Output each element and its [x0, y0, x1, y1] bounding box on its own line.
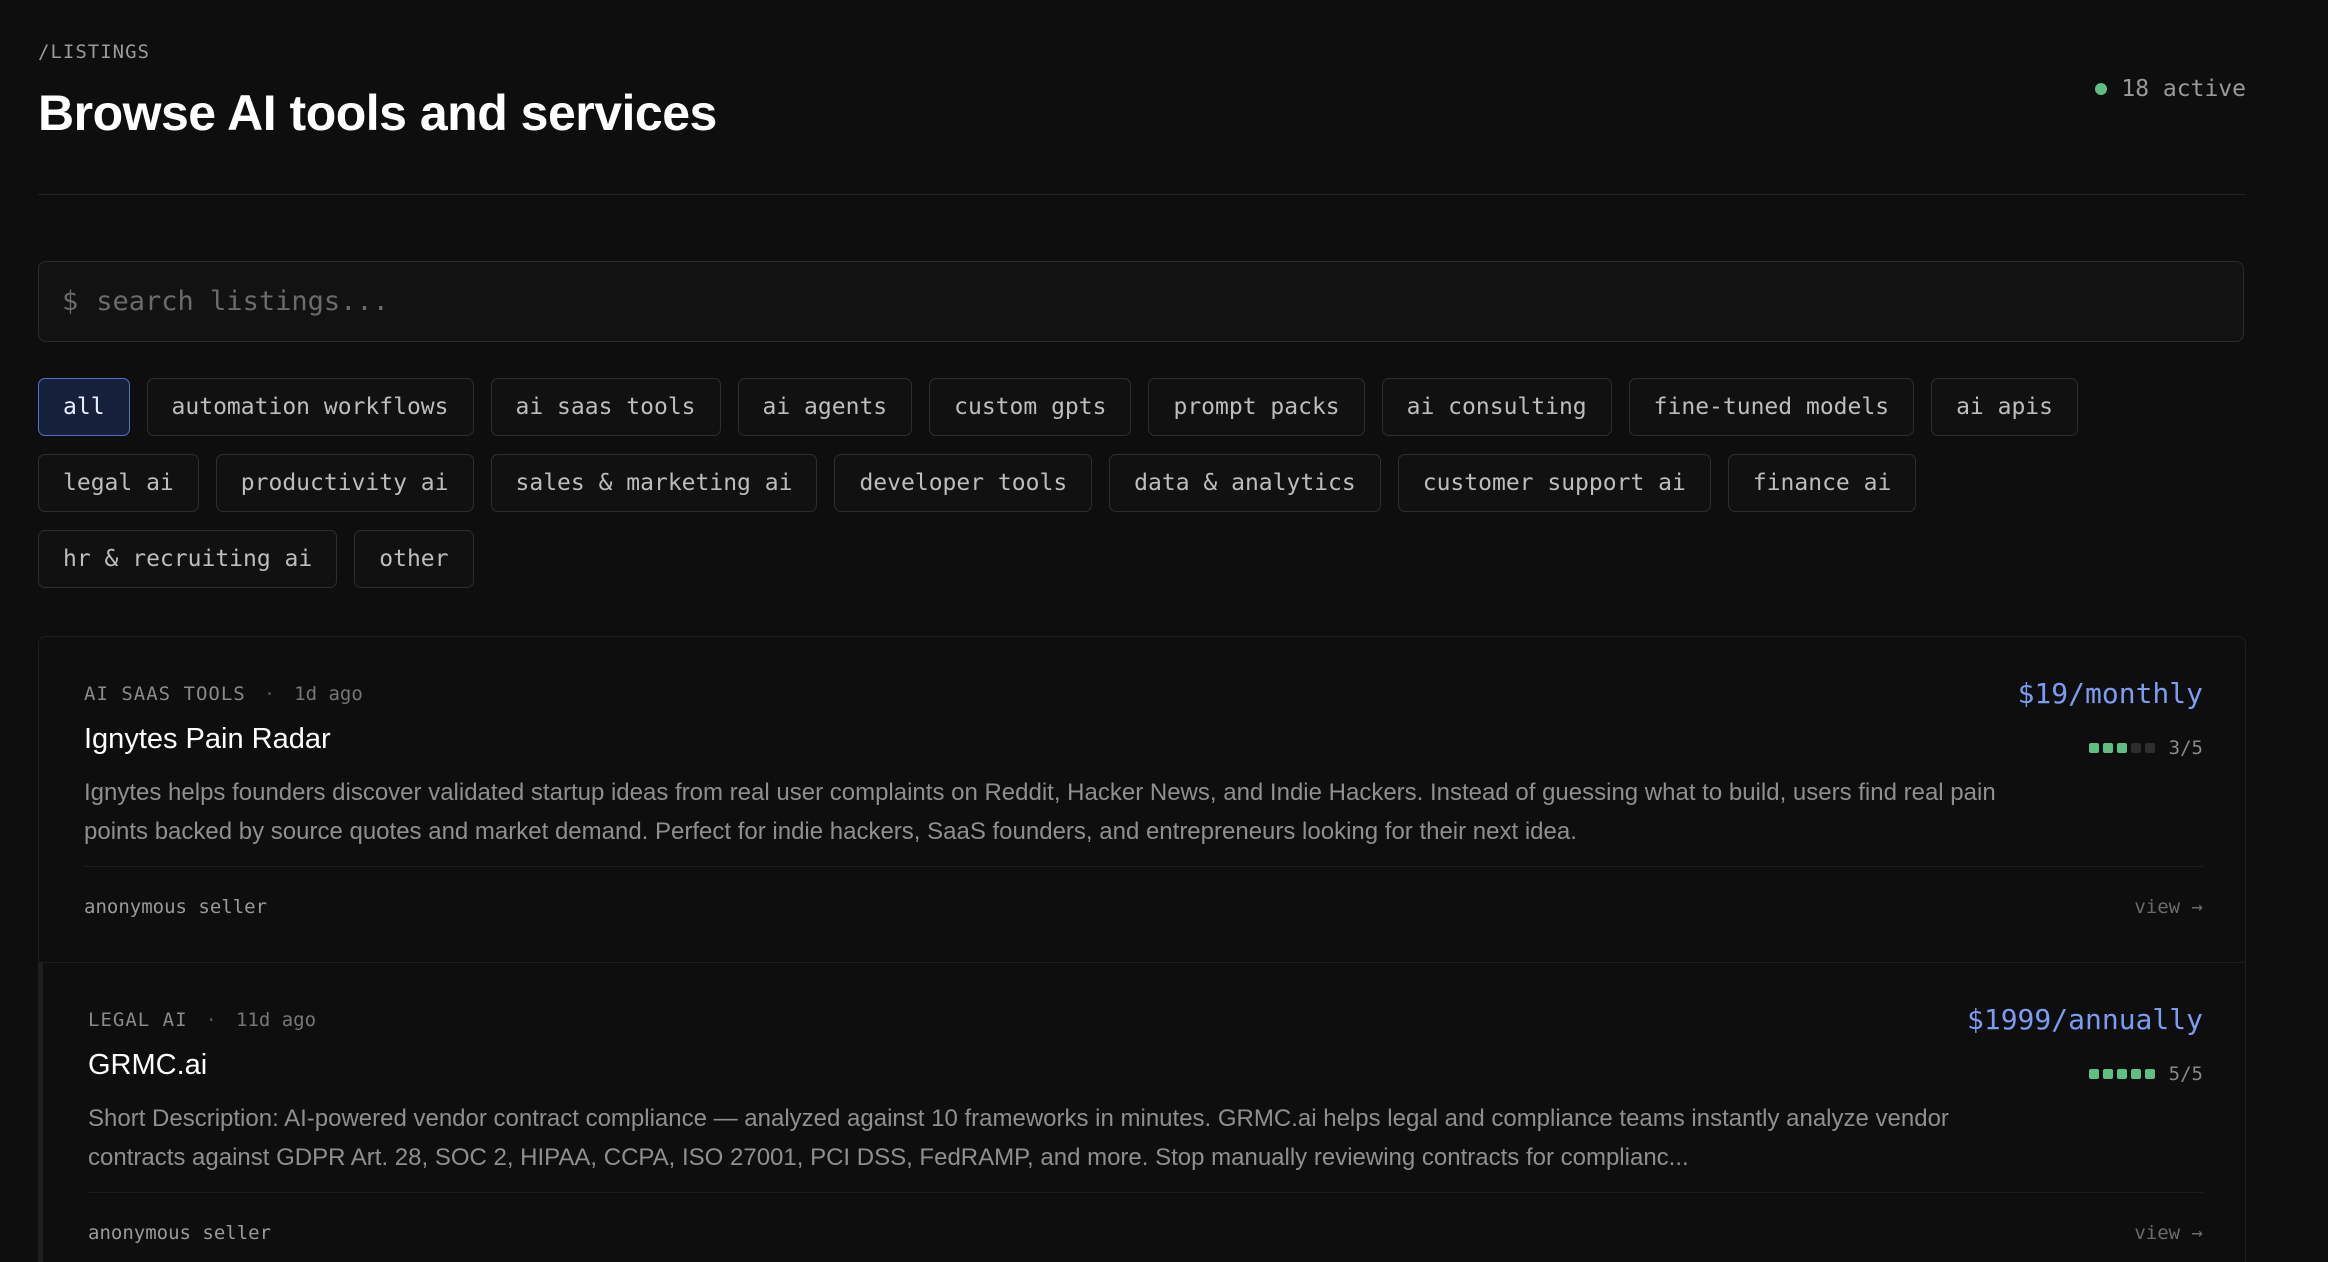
rating-pips	[2088, 743, 2155, 753]
rating-pip-icon	[2102, 1069, 2113, 1079]
search-prompt-icon: $	[62, 286, 79, 317]
listing-rating: 5/5	[2088, 1063, 2203, 1085]
rating-text: 3/5	[2168, 737, 2203, 759]
filter-row-2: legal ai productivity ai sales & marketing…	[38, 454, 1917, 512]
card-divider	[88, 1192, 2203, 1193]
listing-seller: anonymous seller	[84, 896, 268, 918]
filter-chip[interactable]: custom gpts	[929, 378, 1132, 436]
filter-chip[interactable]: ai consulting	[1381, 378, 1612, 436]
listing-seller: anonymous seller	[88, 1222, 272, 1244]
listing-title[interactable]: GRMC.ai	[88, 1049, 207, 1082]
filter-row-1: all automation workflows ai saas tools ai a…	[38, 378, 2078, 436]
header-divider	[38, 194, 2246, 195]
filter-chip[interactable]: ai saas tools	[490, 378, 721, 436]
listing-title[interactable]: Ignytes Pain Radar	[84, 723, 331, 756]
listing-meta: LEGAL AI · 11d ago	[88, 1009, 316, 1031]
rating-pip-icon	[2102, 743, 2113, 753]
listings-page: /LISTINGS Browse AI tools and services 1…	[0, 0, 2328, 1262]
rating-pip-icon	[2130, 743, 2141, 753]
view-link[interactable]: view →	[2134, 896, 2203, 918]
listing-rating: 3/5	[2088, 737, 2203, 759]
filter-chip[interactable]: customer support ai	[1397, 454, 1711, 512]
view-link[interactable]: view →	[2134, 1222, 2203, 1244]
search-input[interactable]	[96, 286, 2220, 317]
listing-card[interactable]: AI SAAS TOOLS · 1d ago Ignytes Pain Rada…	[39, 637, 2245, 963]
rating-pip-icon	[2116, 743, 2127, 753]
listing-price: $19/monthly	[2017, 677, 2203, 710]
rating-pips	[2088, 1069, 2155, 1079]
filter-chip[interactable]: data & analytics	[1109, 454, 1381, 512]
rating-pip-icon	[2144, 1069, 2155, 1079]
filter-chip[interactable]: ai apis	[1931, 378, 2078, 436]
listing-description: Short Description: AI-powered vendor con…	[88, 1105, 1949, 1171]
filter-chip[interactable]: all	[38, 378, 130, 436]
filter-chip[interactable]: finance ai	[1727, 454, 1917, 512]
breadcrumb[interactable]: /LISTINGS	[38, 41, 150, 63]
listing-category: AI SAAS TOOLS	[84, 683, 246, 705]
filter-chip[interactable]: hr & recruiting ai	[38, 530, 338, 588]
rating-pip-icon	[2116, 1069, 2127, 1079]
rating-pip-icon	[2144, 743, 2155, 753]
filter-chip[interactable]: prompt packs	[1148, 378, 1365, 436]
listing-meta: AI SAAS TOOLS · 1d ago	[84, 683, 363, 705]
meta-separator: ·	[263, 683, 277, 705]
rating-pip-icon	[2088, 743, 2099, 753]
filter-row-3: hr & recruiting ai other	[38, 530, 474, 588]
listing-age: 11d ago	[235, 1009, 317, 1031]
filter-chip[interactable]: productivity ai	[215, 454, 474, 512]
card-divider	[84, 866, 2203, 867]
listing-card[interactable]: LEGAL AI · 11d ago GRMC.ai Short Descrip…	[39, 963, 2245, 1262]
listing-description: Ignytes helps founders discover validate…	[84, 779, 1996, 845]
page-title: Browse AI tools and services	[38, 85, 717, 141]
filter-chip[interactable]: legal ai	[38, 454, 199, 512]
filter-chip[interactable]: ai agents	[737, 378, 913, 436]
filter-chip[interactable]: other	[354, 530, 474, 588]
filter-chip[interactable]: fine-tuned models	[1628, 378, 1915, 436]
listing-age: 1d ago	[294, 683, 363, 705]
meta-separator: ·	[205, 1009, 218, 1031]
listing-category: LEGAL AI	[88, 1009, 188, 1031]
listing-price: $1999/annually	[1966, 1003, 2203, 1036]
status-dot-icon	[2095, 83, 2108, 95]
rating-pip-icon	[2088, 1069, 2099, 1079]
listing-list: AI SAAS TOOLS · 1d ago Ignytes Pain Rada…	[38, 636, 2246, 1262]
filter-chip[interactable]: automation workflows	[146, 378, 474, 436]
active-status: 18 active	[2095, 76, 2246, 102]
search-bar[interactable]: $	[38, 261, 2244, 342]
rating-pip-icon	[2130, 1069, 2141, 1079]
filter-chip[interactable]: sales & marketing ai	[490, 454, 818, 512]
active-count: 18 active	[2121, 76, 2246, 102]
rating-text: 5/5	[2168, 1063, 2203, 1085]
filter-chip[interactable]: developer tools	[834, 454, 1093, 512]
